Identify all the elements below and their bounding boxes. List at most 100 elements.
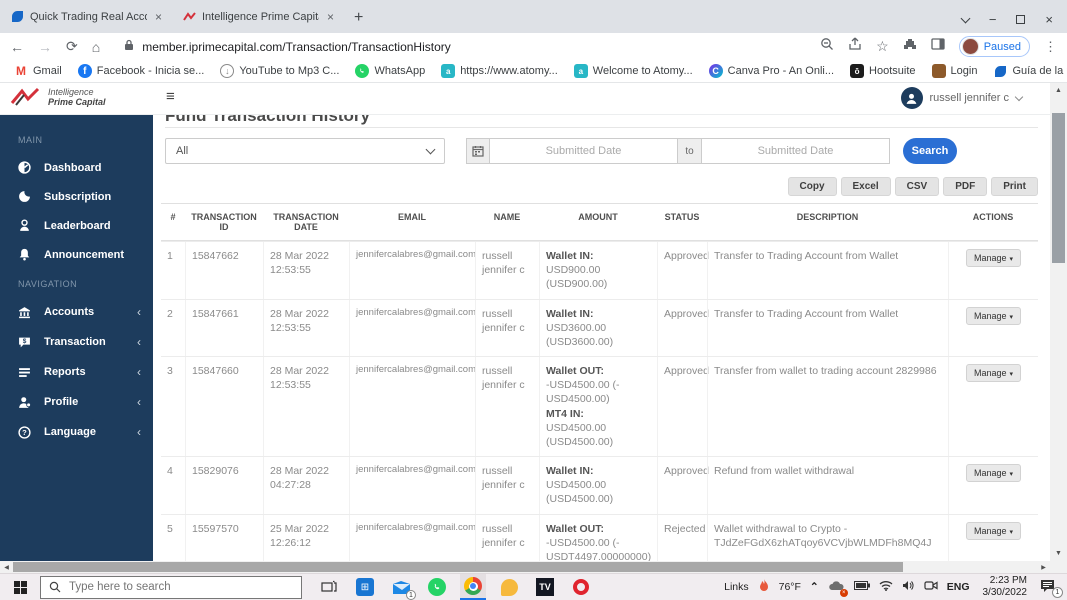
bookmarks-bar: M Gmail f Facebook - Inicia se... ↓ YouT… (0, 60, 1067, 83)
bookmark-item[interactable]: a https://www.atomy... (435, 62, 564, 80)
bookmark-item[interactable]: Guía de la platafor... (987, 62, 1067, 80)
bookmark-item[interactable]: ō Hootsuite (844, 62, 921, 80)
restore-button[interactable] (1016, 15, 1026, 24)
bookmark-item[interactable]: Login (926, 62, 984, 80)
bookmark-item[interactable]: f Facebook - Inicia se... (72, 62, 211, 80)
tab-close-icon[interactable]: × (325, 10, 336, 24)
profile-pill[interactable]: Paused (958, 36, 1030, 57)
microsoft-store-icon[interactable]: ⊞ (352, 574, 378, 600)
export-button[interactable]: PDF (943, 177, 988, 196)
tab-close-icon[interactable]: × (153, 10, 164, 24)
scroll-up-icon[interactable]: ▲ (1050, 83, 1067, 98)
address-bar[interactable]: member.iprimecapital.com/Transaction/Tra… (114, 38, 806, 56)
tray-expand-icon[interactable]: ⌃ (810, 581, 819, 593)
browser-toolbar: ← → ⟳ ⌂ member.iprimecapital.com/Transac… (0, 33, 1067, 60)
scroll-right-icon[interactable]: ▶ (1037, 561, 1050, 573)
sidebar-item[interactable]: Reports ‹ (0, 357, 153, 387)
taskbar-search-input[interactable] (69, 581, 269, 593)
temperature-label[interactable]: 76°F (779, 581, 801, 593)
language-indicator[interactable]: ENG (947, 581, 970, 593)
date-to-input[interactable] (702, 138, 890, 164)
svg-text:?: ? (22, 428, 27, 437)
browser-tab[interactable]: Intelligence Prime Capital Fund T × (172, 0, 344, 33)
horizontal-scrollbar[interactable]: ◀ ▶ (0, 561, 1050, 573)
volume-icon[interactable] (902, 580, 915, 594)
mail-icon[interactable]: 1 (388, 574, 416, 600)
export-button[interactable]: CSV (894, 177, 940, 196)
browser-tab[interactable]: Quick Trading Real Account | Poc × (0, 0, 172, 33)
sidebar-item[interactable]: Profile ‹ (0, 387, 153, 417)
sidebar-item[interactable]: $ Transaction ‹ (0, 327, 153, 357)
manage-button[interactable]: Manage ▾ (965, 521, 1022, 540)
transaction-type-select[interactable]: All (165, 138, 445, 164)
onedrive-error-icon[interactable]: × (828, 580, 848, 597)
sidebar-section-label: MAIN (18, 135, 43, 145)
forward-button[interactable]: → (38, 39, 52, 55)
bookmark-star-icon[interactable]: ☆ (876, 38, 889, 55)
whatsapp-icon[interactable] (424, 574, 450, 600)
new-tab-button[interactable]: + (344, 9, 375, 33)
share-icon[interactable] (848, 37, 862, 56)
ipc-logo-mark (10, 87, 40, 106)
sidebar-item[interactable]: Subscription ‹ (0, 182, 153, 211)
export-button[interactable]: Print (991, 177, 1038, 196)
zoom-icon[interactable] (820, 37, 834, 56)
vertical-scrollbar[interactable]: ▲ ▼ (1050, 83, 1067, 561)
side-panel-icon[interactable] (931, 37, 945, 56)
links-toolbar-label[interactable]: Links (724, 581, 749, 593)
transaction-date: 28 Mar 2022 04:27:28 (263, 457, 349, 514)
amount-cell: Wallet IN: USD3600.00 (USD3600.00) (539, 299, 657, 357)
sidebar-item[interactable]: Announcement ‹ (0, 240, 153, 269)
opera-icon[interactable] (568, 574, 594, 600)
collapse-chevron-icon: ‹ (137, 395, 141, 409)
sidebar-item[interactable]: Accounts ‹ (0, 297, 153, 327)
manage-button[interactable]: Manage ▾ (965, 306, 1022, 325)
user-menu[interactable]: russell jennifer c (900, 87, 1024, 109)
notification-center-icon[interactable]: 1 (1040, 579, 1063, 598)
taskbar-clock[interactable]: 2:23 PM 3/30/2022 (979, 575, 1032, 600)
tradingview-icon[interactable]: TV (532, 574, 558, 600)
export-button[interactable]: Excel (840, 177, 891, 196)
scroll-left-icon[interactable]: ◀ (0, 561, 13, 573)
sidebar-item[interactable]: Dashboard ‹ (0, 153, 153, 182)
start-button[interactable] (0, 574, 40, 600)
manage-button[interactable]: Manage ▾ (965, 364, 1022, 383)
browser-menu-icon[interactable]: ⋮ (1044, 39, 1057, 55)
back-button[interactable]: ← (10, 39, 24, 55)
scroll-down-icon[interactable]: ▼ (1050, 546, 1067, 561)
minimize-button[interactable]: − (989, 12, 997, 27)
battery-icon[interactable] (853, 581, 870, 593)
chrome-icon[interactable] (460, 574, 486, 600)
sidebar-toggle-icon[interactable]: ≡ (166, 88, 175, 105)
leaderboard-icon (18, 219, 31, 232)
platform-guide-icon (993, 64, 1007, 78)
amount-cell: Wallet IN: USD4500.00 (USD4500.00) (539, 457, 657, 514)
description-cell: Transfer to Trading Account from Wallet (707, 299, 948, 357)
bookmark-item[interactable]: M Gmail (8, 62, 68, 80)
sidebar-item[interactable]: ? Language ‹ (0, 417, 153, 447)
ipc-logo[interactable]: Intelligence Prime Capital (10, 86, 106, 108)
sidebar-item[interactable]: Leaderboard ‹ (0, 211, 153, 240)
close-window-button[interactable]: × (1045, 12, 1053, 27)
meet-now-icon[interactable] (924, 580, 938, 594)
taskbar-search[interactable] (40, 575, 302, 599)
date-from-input[interactable] (490, 138, 678, 164)
horizontal-scroll-thumb[interactable] (13, 562, 903, 572)
extensions-icon[interactable] (903, 37, 917, 56)
task-view-icon[interactable] (316, 574, 342, 600)
export-button[interactable]: Copy (787, 177, 837, 196)
bookmark-item[interactable]: WhatsApp (349, 62, 431, 80)
bookmark-item[interactable]: C Canva Pro - An Onli... (703, 62, 840, 80)
search-button[interactable]: Search (903, 138, 957, 164)
manage-button[interactable]: Manage ▾ (965, 464, 1022, 483)
bookmark-item[interactable]: a Welcome to Atomy... (568, 62, 699, 80)
weather-flame-icon[interactable] (758, 578, 770, 596)
wifi-icon[interactable] (879, 580, 893, 594)
bookmark-item[interactable]: ↓ YouTube to Mp3 C... (214, 62, 345, 80)
vertical-scroll-thumb[interactable] (1052, 113, 1065, 263)
reload-button[interactable]: ⟳ (66, 38, 78, 55)
honeygain-icon[interactable] (496, 574, 522, 600)
tab-search-icon[interactable] (960, 13, 971, 23)
home-button[interactable]: ⌂ (92, 39, 100, 55)
manage-button[interactable]: Manage ▾ (965, 249, 1022, 267)
